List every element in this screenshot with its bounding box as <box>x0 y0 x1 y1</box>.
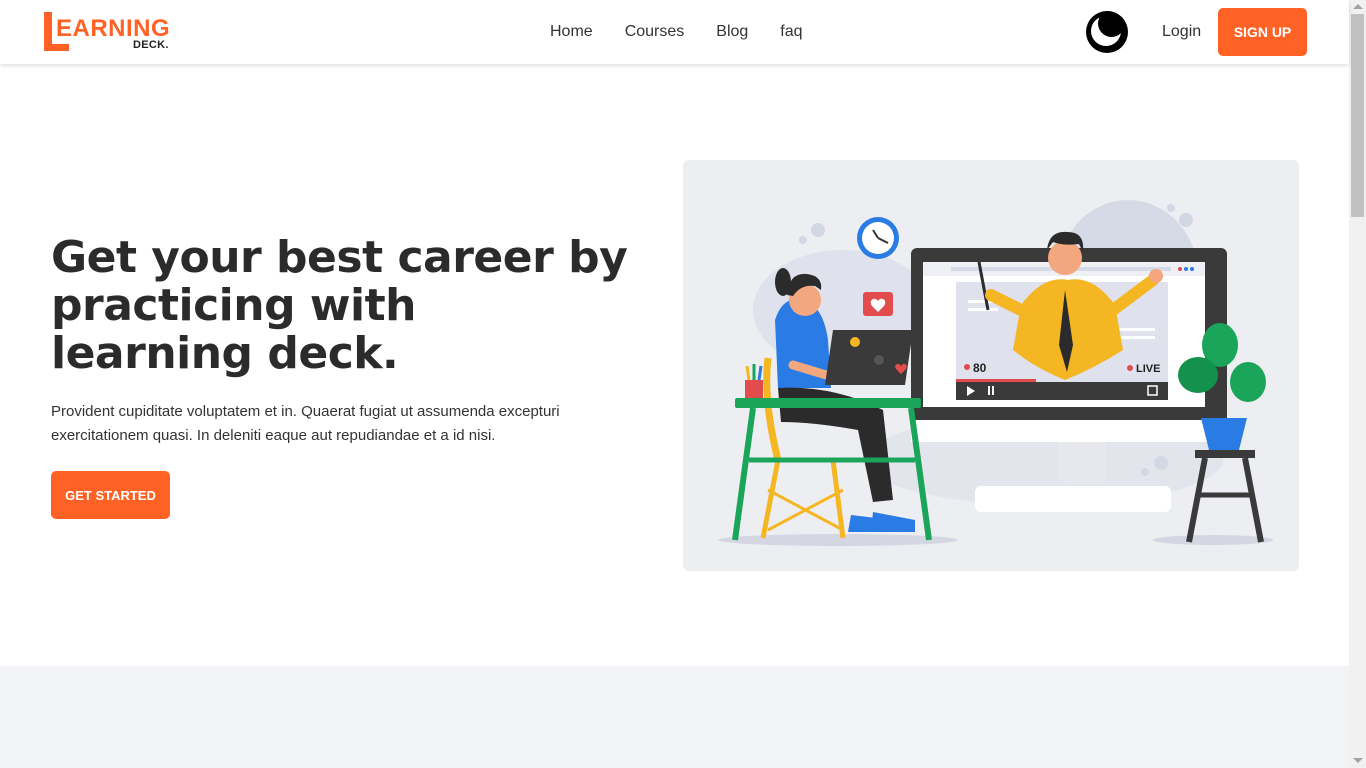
monitor-neck <box>1058 442 1106 484</box>
teacher-hand <box>1149 269 1163 283</box>
laptop-logo <box>874 355 884 365</box>
pause-icon <box>988 386 990 395</box>
pause-icon <box>992 386 994 395</box>
bubble <box>811 223 825 237</box>
nav-blog[interactable]: Blog <box>716 22 748 42</box>
teacher-head <box>1048 241 1082 275</box>
nav-home[interactable]: Home <box>550 22 593 42</box>
chair-back <box>763 357 782 461</box>
monitor-stand <box>975 486 1171 512</box>
stool-leg <box>1242 457 1264 543</box>
plant-pot <box>1201 418 1247 450</box>
login-link[interactable]: Login <box>1162 22 1201 42</box>
dot-blue <box>1184 267 1188 271</box>
live-dot <box>1127 365 1133 371</box>
moon-icon[interactable] <box>1086 11 1128 53</box>
stool-top <box>1195 450 1255 458</box>
scrollbar-thumb[interactable] <box>1351 14 1364 217</box>
get-started-button[interactable]: GET STARTED <box>51 471 170 519</box>
brand-logo[interactable]: EARNING DECK. <box>44 12 174 54</box>
plant-leaf <box>1230 362 1266 402</box>
viewer-count: 80 <box>973 361 987 375</box>
student-shoe <box>871 512 915 532</box>
dot-red <box>1178 267 1182 271</box>
laptop-sticker <box>850 337 860 347</box>
moon-icon-cut <box>1098 11 1125 37</box>
online-class-illustration: 80 LIVE <box>718 200 1273 546</box>
text-line <box>968 308 998 311</box>
navbar: EARNING DECK. Home Courses Blog faq Logi… <box>0 0 1349 64</box>
bubble <box>1154 456 1168 470</box>
monitor-chin <box>911 420 1227 442</box>
student-ponytail <box>775 268 791 296</box>
scroll-down-icon[interactable] <box>1353 758 1363 763</box>
pencil <box>745 365 751 381</box>
logo-l-horizontal <box>44 44 69 51</box>
desk-top <box>735 398 921 408</box>
main-nav: Home Courses Blog faq <box>534 0 819 64</box>
viewer-icon <box>964 364 970 370</box>
bubble <box>1141 468 1149 476</box>
bubble <box>1179 213 1193 227</box>
floor-shadow <box>718 534 958 546</box>
desk-leg <box>732 407 756 541</box>
floor-shadow <box>1153 535 1273 545</box>
signup-button[interactable]: SIGN UP <box>1218 8 1307 56</box>
nav-courses[interactable]: Courses <box>625 22 685 42</box>
live-label: LIVE <box>1136 363 1160 375</box>
logo-sub: DECK. <box>133 39 169 51</box>
hero-illustration: 80 LIVE <box>683 160 1299 571</box>
next-section <box>0 666 1349 768</box>
video-controls <box>956 382 1168 400</box>
scroll-up-icon[interactable] <box>1353 4 1363 9</box>
laptop <box>825 330 913 385</box>
hero-description: Provident cupiditate voluptatem et in. Q… <box>51 403 560 444</box>
bubble <box>799 236 807 244</box>
dot-blue <box>1190 267 1194 271</box>
bubble <box>1167 204 1175 212</box>
plant-leaf <box>1178 357 1218 393</box>
pencil <box>757 365 763 381</box>
nav-faq[interactable]: faq <box>780 22 802 42</box>
hero-title: Get your best career by practicing with … <box>51 232 628 379</box>
pencil-cup <box>745 380 763 398</box>
progress-bar <box>956 379 1036 382</box>
